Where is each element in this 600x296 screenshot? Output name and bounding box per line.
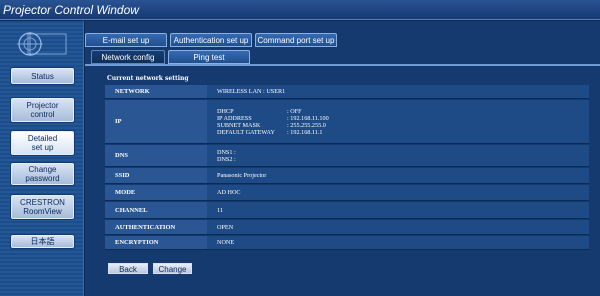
dns-label: DNS bbox=[105, 145, 207, 166]
sidebar-item-label: Detailed bbox=[27, 134, 58, 143]
table-row-network: NETWORK WIRELESS LAN : USER1 bbox=[105, 85, 589, 99]
table-row-encryption: ENCRYPTION NONE bbox=[105, 236, 589, 250]
window-title: Projector Control Window bbox=[0, 0, 600, 20]
sidebar-item-label: Status bbox=[31, 71, 54, 81]
authentication-label: AUTHENTICATION bbox=[105, 220, 207, 234]
ip-label: IP bbox=[105, 100, 207, 143]
sidebar-item-label: set up bbox=[31, 143, 54, 152]
encryption-label: ENCRYPTION bbox=[105, 236, 207, 249]
encryption-value: NONE bbox=[207, 236, 589, 249]
table-row-authentication: AUTHENTICATION OPEN bbox=[105, 220, 589, 235]
channel-value: 11 bbox=[207, 202, 589, 218]
dns1-value: DNS1 : bbox=[217, 148, 236, 156]
table-row-ip: IP DHCP : OFF IP ADDRESS : 192.168.11.10… bbox=[105, 100, 589, 144]
ip-value: DHCP : OFF IP ADDRESS : 192.168.11.100 S… bbox=[207, 100, 589, 143]
subnet-key: SUBNET MASK bbox=[217, 121, 261, 129]
network-value: WIRELESS LAN : USER1 bbox=[207, 85, 589, 98]
table-row-channel: CHANNEL 11 bbox=[105, 202, 589, 219]
tab-email-set-up[interactable]: E-mail set up bbox=[85, 33, 167, 47]
back-button[interactable]: Back bbox=[108, 263, 148, 274]
tab-ping-test[interactable]: Ping test bbox=[168, 50, 250, 64]
mode-value: AD HOC bbox=[207, 185, 589, 200]
sidebar-item-projector-control[interactable]: Projector control bbox=[11, 98, 74, 122]
sidebar-item-crestron-roomview[interactable]: CRESTRON RoomView bbox=[11, 195, 74, 219]
main-content: E-mail set up Authentication set up Comm… bbox=[85, 21, 600, 296]
tab-divider bbox=[85, 64, 600, 66]
subnet-value: : 255.255.255.0 bbox=[287, 121, 326, 129]
dns2-value: DNS2 : bbox=[217, 155, 236, 163]
tab-network-config[interactable]: Network config bbox=[91, 50, 165, 64]
tab-authentication-set-up[interactable]: Authentication set up bbox=[170, 33, 252, 47]
mode-label: MODE bbox=[105, 185, 207, 200]
change-button[interactable]: Change bbox=[153, 263, 192, 274]
subnet-line: SUBNET MASK : 255.255.255.0 bbox=[217, 122, 589, 129]
authentication-value: OPEN bbox=[207, 220, 589, 234]
gateway-key: DEFAULT GATEWAY bbox=[217, 128, 275, 136]
sidebar-item-japanese[interactable]: 日本語 bbox=[11, 235, 74, 248]
table-row-ssid: SSID Panasonic Projector bbox=[105, 168, 589, 184]
dhcp-value: : OFF bbox=[287, 107, 302, 115]
dhcp-line: DHCP : OFF bbox=[217, 108, 589, 115]
projector-logo-icon bbox=[17, 32, 67, 56]
ip-address-line: IP ADDRESS : 192.168.11.100 bbox=[217, 115, 589, 122]
sidebar-item-label: 日本語 bbox=[30, 237, 55, 246]
sidebar-item-label: CRESTRON bbox=[20, 198, 65, 207]
sidebar-item-detailed-set-up[interactable]: Detailed set up bbox=[11, 131, 74, 155]
sidebar-item-label: control bbox=[30, 110, 55, 119]
sidebar: Status Projector control Detailed set up… bbox=[0, 21, 84, 296]
sidebar-item-status[interactable]: Status bbox=[11, 68, 74, 84]
sidebar-item-change-password[interactable]: Change password bbox=[11, 163, 74, 185]
section-title: Current network setting bbox=[107, 75, 189, 82]
dhcp-key: DHCP bbox=[217, 107, 234, 115]
ip-address-value: : 192.168.11.100 bbox=[287, 114, 329, 122]
sidebar-item-label: password bbox=[25, 174, 60, 183]
table-row-dns: DNS DNS1 : DNS2 : bbox=[105, 145, 589, 167]
sidebar-item-label: Change bbox=[28, 165, 57, 174]
sidebar-item-label: RoomView bbox=[23, 207, 62, 216]
ssid-value: Panasonic Projector bbox=[207, 168, 589, 183]
gateway-line: DEFAULT GATEWAY : 192.168.11.1 bbox=[217, 129, 589, 136]
channel-label: CHANNEL bbox=[105, 202, 207, 218]
sidebar-item-label: Projector bbox=[26, 101, 59, 110]
gateway-value: : 192.168.11.1 bbox=[287, 128, 323, 136]
dns-value: DNS1 : DNS2 : bbox=[207, 145, 589, 166]
table-row-mode: MODE AD HOC bbox=[105, 185, 589, 201]
ssid-label: SSID bbox=[105, 168, 207, 183]
tab-command-port-set-up[interactable]: Command port set up bbox=[255, 33, 337, 47]
network-label: NETWORK bbox=[105, 85, 207, 98]
ip-address-key: IP ADDRESS bbox=[217, 114, 252, 122]
